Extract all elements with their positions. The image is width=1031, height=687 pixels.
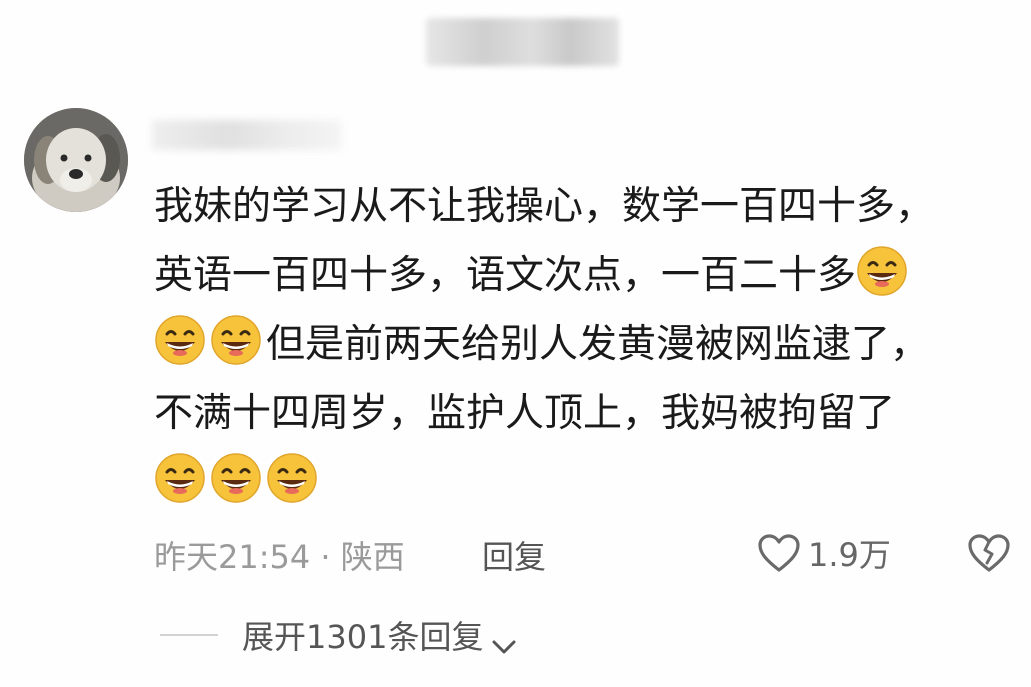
- plush-dog-avatar-icon: [24, 108, 128, 212]
- grinning-face-emoji: [210, 452, 262, 504]
- reply-button[interactable]: 回复: [482, 532, 546, 578]
- blurred-username: [152, 120, 342, 150]
- timestamp-location: 昨天21:54 · 陕西: [154, 538, 405, 576]
- like-button[interactable]: 1.9万: [756, 528, 891, 578]
- comment-text-segment: 不满十四周岁，监护人顶上，我妈被拘留了: [154, 391, 896, 436]
- chevron-down-icon: [491, 626, 517, 654]
- expand-replies[interactable]: 展开1301条回复: [160, 612, 517, 658]
- like-count: 1.9万: [808, 536, 891, 574]
- comment-meta: 昨天21:54 · 陕西 回复 1.9万: [154, 528, 1014, 578]
- comment-text-segment: 英语一百四十多，语文次点，一百二十多: [154, 253, 857, 298]
- grinning-face-emoji: [210, 314, 262, 366]
- comment-line: [154, 448, 1004, 517]
- comment-body: 我妹的学习从不让我操心，数学一百四十多， 英语一百四十多，语文次点，一百二十多 …: [154, 172, 1004, 517]
- comment-card: 我妹的学习从不让我操心，数学一百四十多， 英语一百四十多，语文次点，一百二十多 …: [0, 0, 1031, 687]
- expand-divider: [160, 634, 218, 636]
- comment-text-segment: 但是前两天给别人发黄漫被网监逮了，: [266, 322, 930, 367]
- comment-line: 我妹的学习从不让我操心，数学一百四十多，: [154, 172, 1004, 241]
- comment-text-segment: 我妹的学习从不让我操心，数学一百四十多，: [154, 184, 935, 229]
- expand-replies-label: 展开1301条回复: [242, 618, 484, 656]
- comment-line: 英语一百四十多，语文次点，一百二十多: [154, 241, 1004, 310]
- broken-heart-icon[interactable]: [966, 532, 1012, 574]
- blurred-title: [426, 18, 619, 66]
- comment-line: 但是前两天给别人发黄漫被网监逮了，: [154, 310, 1004, 379]
- grinning-face-emoji: [154, 452, 206, 504]
- avatar[interactable]: [24, 108, 128, 212]
- comment-line: 不满十四周岁，监护人顶上，我妈被拘留了: [154, 379, 1004, 448]
- grinning-face-emoji: [266, 452, 318, 504]
- heart-outline-icon: [756, 532, 802, 574]
- grinning-face-emoji: [154, 314, 206, 366]
- grinning-face-emoji: [856, 245, 908, 297]
